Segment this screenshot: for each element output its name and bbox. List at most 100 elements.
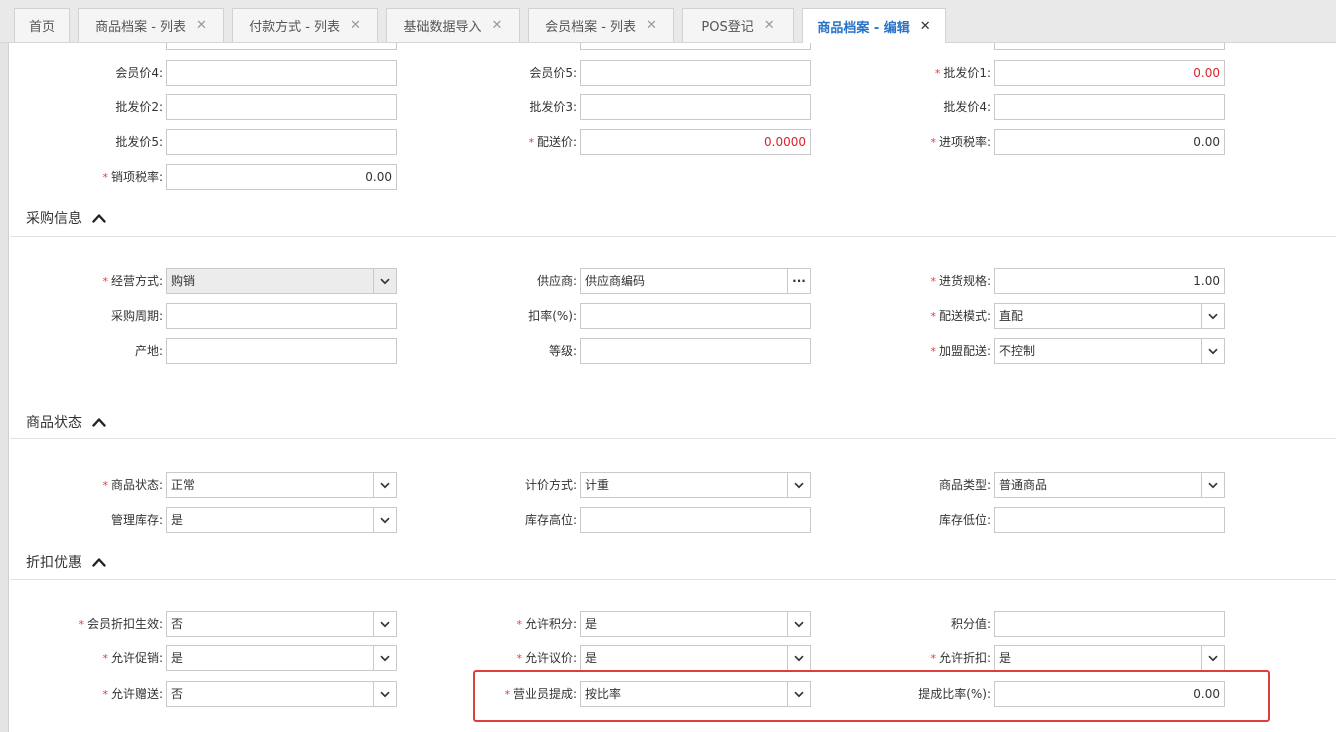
close-icon[interactable]: ✕ — [764, 18, 775, 33]
member-discount-label: 会员折扣生效: — [86, 617, 163, 631]
tab-product-archive-edit[interactable]: 商品档案 - 编辑 ✕ — [802, 8, 946, 43]
chevron-up-icon[interactable] — [92, 557, 106, 567]
manage-stock-select[interactable]: 是 — [166, 507, 397, 533]
allow-discount-select[interactable]: 是 — [994, 645, 1225, 671]
wholesale-price-4-input[interactable] — [994, 94, 1225, 120]
tab-label: 会员档案 - 列表 — [545, 20, 637, 35]
stock-low-input[interactable] — [994, 507, 1225, 533]
allow-points-label-wrap: * 允许积分: — [516, 611, 577, 637]
required-mark: * — [102, 479, 108, 492]
tab-label: 基础数据导入 — [403, 20, 482, 35]
chevron-down-icon[interactable] — [1201, 339, 1224, 363]
wholesale-price-1-label: 批发价1: — [943, 66, 991, 80]
tab-label: POS登记 — [701, 20, 754, 35]
chevron-down-icon[interactable] — [787, 473, 810, 497]
allow-bargain-select[interactable]: 是 — [580, 645, 811, 671]
discount-rate-input[interactable] — [580, 303, 811, 329]
member-price-5-input[interactable] — [580, 60, 811, 86]
chevron-down-icon[interactable] — [373, 646, 396, 670]
purchase-cycle-input[interactable] — [166, 303, 397, 329]
wholesale-price-2-input[interactable] — [166, 94, 397, 120]
delivery-price-label-wrap: * 配送价: — [528, 129, 577, 155]
more-dots-icon[interactable]: ··· — [787, 269, 810, 293]
required-mark: * — [930, 345, 936, 358]
section-divider — [10, 579, 1336, 580]
purchase-section-header[interactable]: 采购信息 — [26, 208, 106, 228]
close-icon[interactable]: ✕ — [646, 18, 657, 33]
allow-bargain-label-wrap: * 允许议价: — [516, 645, 577, 671]
allow-points-select[interactable]: 是 — [580, 611, 811, 637]
required-mark: * — [102, 688, 108, 701]
allow-promotion-select[interactable]: 是 — [166, 645, 397, 671]
tab-bar: 首页 商品档案 - 列表 ✕ 付款方式 - 列表 ✕ 基础数据导入 ✕ 会员档案… — [0, 0, 1336, 43]
chevron-up-icon[interactable] — [92, 417, 106, 427]
origin-input[interactable] — [166, 338, 397, 364]
member-price-4-input[interactable] — [166, 60, 397, 86]
allow-gift-select[interactable]: 否 — [166, 681, 397, 707]
franchise-delivery-label-wrap: * 加盟配送: — [930, 338, 991, 364]
wholesale-price-3-input[interactable] — [580, 94, 811, 120]
scrolled-input-peek — [166, 43, 397, 50]
chevron-down-icon[interactable] — [373, 612, 396, 636]
tab-home[interactable]: 首页 — [14, 8, 70, 42]
tab-product-archive-list[interactable]: 商品档案 - 列表 ✕ — [78, 8, 224, 42]
status-section-header[interactable]: 商品状态 — [26, 412, 106, 432]
franchise-delivery-select[interactable]: 不控制 — [994, 338, 1225, 364]
close-icon[interactable]: ✕ — [920, 19, 931, 34]
purchase-spec-input[interactable]: 1.00 — [994, 268, 1225, 294]
delivery-price-label: 配送价: — [536, 135, 577, 149]
wholesale-price-2-label: 批发价2: — [115, 100, 163, 114]
chevron-down-icon[interactable] — [373, 269, 396, 293]
wholesale-price-1-input[interactable]: 0.00 — [994, 60, 1225, 86]
points-value-input[interactable] — [994, 611, 1225, 637]
delivery-mode-label-wrap: * 配送模式: — [930, 303, 991, 329]
grade-label: 等级: — [548, 344, 577, 358]
section-title: 商品状态 — [26, 415, 82, 431]
delivery-price-input[interactable]: 0.0000 — [580, 129, 811, 155]
member-discount-select[interactable]: 否 — [166, 611, 397, 637]
output-tax-rate-input[interactable]: 0.00 — [166, 164, 397, 190]
tab-basic-data-import[interactable]: 基础数据导入 ✕ — [386, 8, 520, 42]
tab-label: 首页 — [28, 20, 55, 35]
tab-pos-register[interactable]: POS登记 ✕ — [682, 8, 794, 42]
product-type-select[interactable]: 普通商品 — [994, 472, 1225, 498]
discount-section-header[interactable]: 折扣优惠 — [26, 552, 106, 572]
chevron-up-icon[interactable] — [92, 213, 106, 223]
chevron-down-icon[interactable] — [1201, 473, 1224, 497]
delivery-mode-label: 配送模式: — [938, 309, 991, 323]
supplier-input[interactable]: 供应商编码 ··· — [580, 268, 811, 294]
close-icon[interactable]: ✕ — [492, 18, 503, 33]
grade-input[interactable] — [580, 338, 811, 364]
delivery-mode-select[interactable]: 直配 — [994, 303, 1225, 329]
franchise-delivery-label: 加盟配送: — [938, 344, 991, 358]
chevron-down-icon[interactable] — [373, 473, 396, 497]
chevron-down-icon[interactable] — [787, 612, 810, 636]
chevron-down-icon[interactable] — [1201, 646, 1224, 670]
stock-high-label: 库存高位: — [524, 513, 577, 527]
chevron-down-icon[interactable] — [373, 508, 396, 532]
required-mark: * — [528, 136, 534, 149]
scrolled-input-peek — [580, 43, 811, 50]
close-icon[interactable]: ✕ — [350, 18, 361, 33]
business-mode-value: 购销 — [171, 274, 196, 288]
chevron-down-icon[interactable] — [787, 646, 810, 670]
required-mark: * — [102, 171, 108, 184]
allow-points-value: 是 — [585, 617, 598, 631]
chevron-down-icon[interactable] — [1201, 304, 1224, 328]
manage-stock-value: 是 — [171, 513, 184, 527]
tab-member-archive-list[interactable]: 会员档案 - 列表 ✕ — [528, 8, 674, 42]
product-status-select[interactable]: 正常 — [166, 472, 397, 498]
pricing-method-select[interactable]: 计重 — [580, 472, 811, 498]
stock-high-input[interactable] — [580, 507, 811, 533]
output-tax-rate-label-wrap: * 销项税率: — [102, 164, 163, 190]
tab-payment-method-list[interactable]: 付款方式 - 列表 ✕ — [232, 8, 378, 42]
required-mark: * — [930, 136, 936, 149]
input-tax-rate-input[interactable]: 0.00 — [994, 129, 1225, 155]
chevron-down-icon[interactable] — [373, 682, 396, 706]
close-icon[interactable]: ✕ — [196, 18, 207, 33]
business-mode-select[interactable]: 购销 — [166, 268, 397, 294]
tab-label: 商品档案 - 列表 — [95, 20, 187, 35]
allow-discount-value: 是 — [999, 651, 1012, 665]
product-status-label-wrap: * 商品状态: — [102, 472, 163, 498]
wholesale-price-5-input[interactable] — [166, 129, 397, 155]
